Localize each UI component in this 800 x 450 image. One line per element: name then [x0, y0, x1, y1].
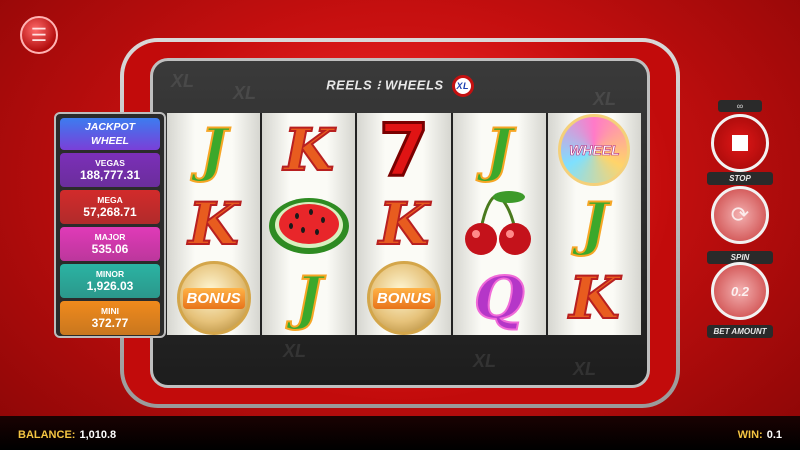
jackpot-item-vegas: VEGAS 188,777.31: [60, 153, 160, 187]
symbol-wheel: WHEEL: [548, 113, 641, 187]
autoplay-infinity-button[interactable]: ∞: [718, 100, 762, 112]
reel-4: J Q: [452, 113, 546, 335]
bet-amount-label: BET AMOUNT: [707, 325, 773, 338]
symbol-j: J: [199, 116, 228, 184]
symbol-k: K: [283, 116, 335, 184]
jackpot-name: MINI: [101, 306, 119, 316]
wheel-coin-icon: WHEEL: [558, 114, 631, 186]
symbol-k: K: [568, 264, 620, 332]
jackpot-panel: JACKPOT WHEEL VEGAS 188,777.31 MEGA 57,26…: [54, 112, 166, 338]
jackpot-title: JACKPOT WHEEL: [60, 118, 160, 150]
cherries-icon: [465, 191, 532, 255]
reel-window: XL XL XL XL XL XL REELS ⁝ WHEELS XL J K BO…: [150, 58, 650, 388]
symbol-k: K: [378, 190, 430, 258]
stop-label: STOP: [707, 172, 773, 185]
jackpot-amount: 188,777.31: [79, 168, 141, 182]
xl-badge: XL: [451, 75, 474, 97]
jackpot-amount: 1,926.03: [86, 279, 134, 293]
bonus-coin-icon: BONUS: [367, 261, 441, 335]
symbol-cherries: [453, 187, 546, 261]
reels-area: J K BONUS K J 7 K BONUS J Q WHEEL J K: [167, 108, 642, 335]
symbol-j: J: [294, 264, 323, 332]
symbol-k: K: [187, 190, 239, 258]
symbol-bonus: BONUS: [167, 261, 260, 335]
game-title: REELS ⁝ WHEELS XL: [153, 75, 647, 97]
win-display: WIN: 0.1: [737, 429, 782, 441]
jackpot-amount: 57,268.71: [83, 205, 137, 219]
xl-watermark: XL: [573, 359, 597, 379]
reel-3: 7 K BONUS: [357, 108, 451, 335]
balance-display: BALANCE: 1,010.8: [18, 429, 117, 441]
cabinet-frame: XL XL XL XL XL XL REELS ⁝ WHEELS XL J K BO…: [120, 38, 680, 408]
jackpot-item-mega: MEGA 57,268.71: [60, 190, 160, 224]
jackpot-amount: 372.77: [91, 316, 129, 330]
xl-watermark: XL: [473, 351, 497, 371]
menu-button[interactable]: ☰: [20, 16, 58, 54]
stop-button[interactable]: [711, 114, 769, 172]
spin-icon: ⟳: [730, 202, 750, 227]
symbol-q: Q: [473, 264, 526, 332]
symbol-watermelon: [262, 187, 355, 261]
jackpot-name: MAJOR: [94, 232, 126, 242]
bonus-coin-icon: BONUS: [176, 261, 251, 335]
xl-watermark: XL: [283, 341, 307, 361]
reel-1: J K BONUS: [167, 113, 261, 335]
reel-2: K J: [262, 113, 356, 335]
reel-5: WHEEL J K: [547, 113, 642, 335]
hamburger-icon: ☰: [30, 24, 48, 45]
symbol-j: J: [484, 116, 513, 184]
symbol-seven: 7: [377, 108, 430, 192]
bet-value: 0.2: [730, 283, 750, 299]
jackpot-name: VEGAS: [95, 158, 125, 168]
jackpot-item-major: MAJOR 535.06: [60, 227, 160, 261]
jackpot-name: MEGA: [97, 195, 123, 205]
symbol-j: J: [580, 190, 609, 258]
watermelon-icon: [268, 198, 349, 254]
stop-icon: [732, 135, 748, 151]
symbol-bonus: BONUS: [357, 261, 450, 335]
jackpot-item-mini: MINI 372.77: [60, 301, 160, 335]
status-bar: [0, 416, 800, 450]
spin-button[interactable]: ⟳: [711, 186, 769, 244]
jackpot-amount: 535.06: [91, 242, 129, 256]
bet-amount-button[interactable]: 0.2: [711, 262, 769, 320]
jackpot-item-minor: MINOR 1,926.03: [60, 264, 160, 298]
jackpot-name: MINOR: [95, 269, 125, 279]
